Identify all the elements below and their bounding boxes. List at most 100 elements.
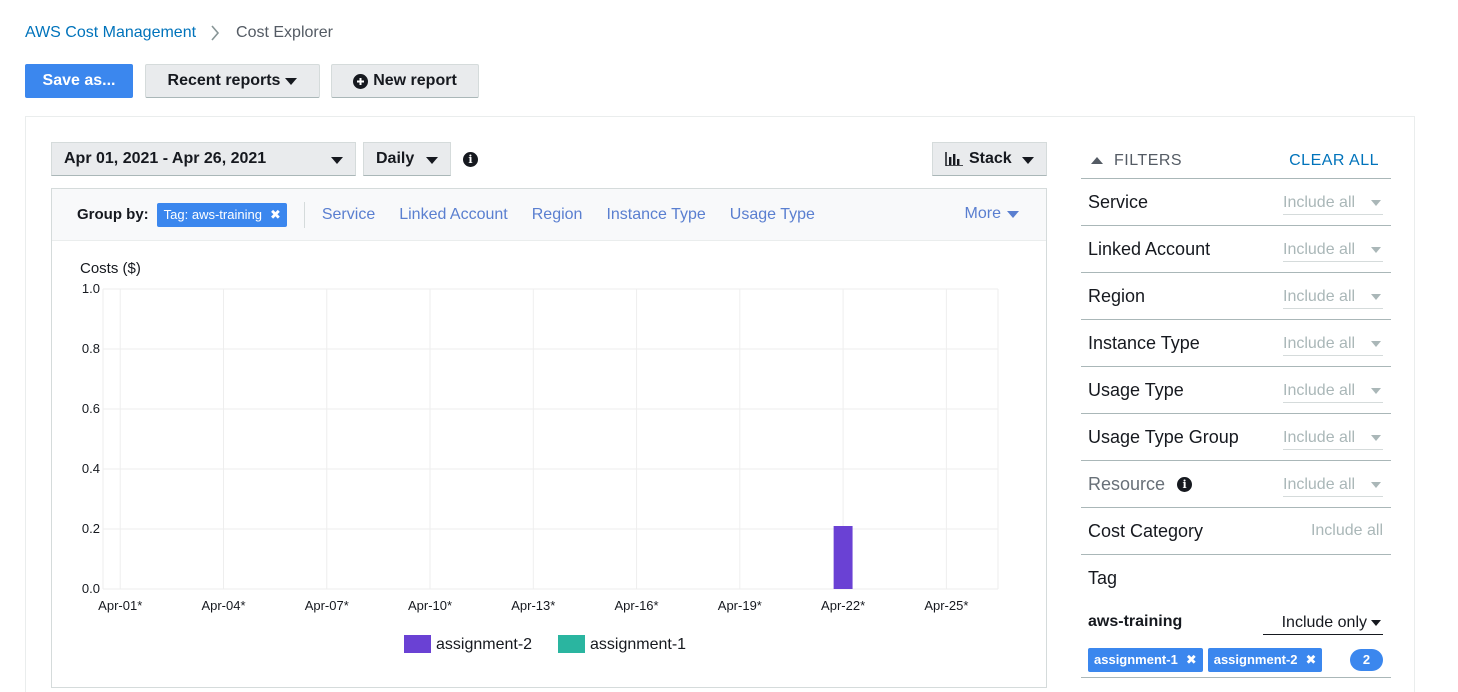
date-range-value: Apr 01, 2021 - Apr 26, 2021 — [64, 150, 267, 167]
filter-name: Tag — [1088, 568, 1118, 588]
filter-select[interactable]: Include all — [1283, 379, 1383, 403]
caret-down-icon — [1022, 157, 1034, 164]
filter-name: Instance Type — [1088, 332, 1200, 353]
group-by-usage-type[interactable]: Usage Type — [730, 206, 815, 224]
filter-select[interactable]: Include all — [1283, 473, 1383, 497]
group-by-tag-chip[interactable]: Tag: aws-training ✖ — [156, 202, 287, 227]
y-tick-label: 1.0 — [82, 281, 100, 296]
y-tick-label: 0.2 — [82, 521, 100, 536]
collapse-triangle-icon — [1091, 157, 1103, 164]
filter-value: Include all — [1283, 193, 1356, 211]
tag-mode-value: Include only — [1281, 613, 1367, 631]
x-tick-label: Apr-01* — [98, 598, 142, 613]
filter-row: Usage Type Include all — [1081, 367, 1391, 414]
tag-key: aws-training — [1088, 613, 1183, 630]
y-tick-label: 0.0 — [82, 581, 100, 596]
breadcrumb-current: Cost Explorer — [236, 24, 333, 41]
y-tick-label: 0.6 — [82, 401, 100, 416]
x-tick-label: Apr-25* — [924, 598, 968, 613]
x-tick-label: Apr-19* — [718, 598, 762, 613]
close-icon[interactable]: ✖ — [270, 207, 281, 223]
tag-value-chip[interactable]: assignment-2 ✖ — [1207, 647, 1323, 672]
filter-name: Usage Type — [1088, 379, 1184, 400]
filter-value: Include all — [1283, 287, 1356, 305]
filter-value: Include all — [1283, 334, 1356, 352]
bar-chart-icon — [945, 152, 963, 166]
x-tick-label: Apr-16* — [615, 598, 659, 613]
filter-select[interactable]: Include all — [1283, 238, 1383, 262]
group-by-region[interactable]: Region — [532, 206, 583, 224]
group-by-label: Group by: — [77, 206, 149, 223]
x-tick-label: Apr-22* — [821, 598, 865, 613]
group-by-bar: Group by: Tag: aws-training ✖ Service Li… — [52, 189, 1046, 241]
filter-name: Resource — [1088, 473, 1166, 494]
caret-down-icon — [1371, 294, 1381, 300]
group-by-linked-account[interactable]: Linked Account — [399, 206, 508, 224]
legend-label: assignment-2 — [436, 636, 532, 653]
caret-down-icon — [285, 77, 298, 85]
filter-row: Usage Type Group Include all — [1081, 414, 1391, 461]
tag-value-chip[interactable]: assignment-1 ✖ — [1088, 647, 1203, 672]
caret-down-icon — [1371, 482, 1381, 488]
y-tick-label: 0.8 — [82, 341, 100, 356]
granularity-value: Daily — [376, 150, 415, 167]
chevron-right-icon — [210, 22, 222, 44]
filter-select[interactable]: Include all — [1283, 426, 1383, 450]
filter-name: Usage Type Group — [1088, 426, 1239, 447]
legend-swatch — [404, 635, 431, 653]
granularity-select[interactable]: Daily — [363, 142, 451, 176]
filter-value[interactable]: Include all — [1311, 522, 1383, 540]
tag-value-label: assignment-1 — [1094, 652, 1178, 667]
more-label: More — [964, 205, 1001, 222]
close-icon[interactable]: ✖ — [1186, 652, 1197, 668]
filter-value: Include all — [1283, 428, 1356, 446]
recent-reports-button[interactable]: Recent reports — [145, 64, 320, 98]
filter-row: Linked Account Include all — [1081, 226, 1391, 273]
filter-select[interactable]: Include all — [1283, 285, 1383, 309]
info-icon[interactable]: i — [463, 152, 478, 167]
caret-down-icon — [1371, 620, 1381, 626]
tag-value-label: assignment-2 — [1213, 652, 1298, 667]
new-report-button[interactable]: New report — [331, 64, 479, 98]
legend-label: assignment-1 — [590, 636, 686, 653]
y-tick-label: 0.4 — [82, 461, 100, 476]
caret-down-icon — [1371, 200, 1381, 206]
x-tick-label: Apr-13* — [511, 598, 555, 613]
group-by-more[interactable]: More — [965, 205, 1019, 223]
group-by-instance-type[interactable]: Instance Type — [606, 206, 705, 224]
clear-all-button[interactable]: CLEAR ALL — [1289, 152, 1379, 170]
date-range-select[interactable]: Apr 01, 2021 - Apr 26, 2021 — [51, 142, 356, 176]
caret-down-icon — [1371, 341, 1381, 347]
caret-down-icon — [426, 157, 438, 164]
chart-container: Group by: Tag: aws-training ✖ Service Li… — [51, 188, 1047, 688]
save-as-button[interactable]: Save as... — [25, 64, 133, 98]
filter-name: Cost Category — [1088, 520, 1204, 541]
filter-value: Include all — [1283, 240, 1356, 258]
close-icon[interactable]: ✖ — [1306, 652, 1317, 668]
caret-down-icon — [1007, 210, 1019, 218]
filters-title: FILTERS — [1114, 151, 1183, 169]
plus-circle-icon — [353, 73, 369, 89]
chart-style-value: Stack — [969, 150, 1012, 167]
filter-name: Service — [1088, 191, 1149, 212]
group-by-service[interactable]: Service — [322, 206, 375, 224]
filter-rows: Service Include all Linked Account Include … — [1081, 179, 1391, 602]
filter-select[interactable]: Include all — [1283, 332, 1383, 356]
caret-down-icon — [331, 157, 343, 164]
info-icon[interactable]: i — [1177, 476, 1193, 492]
filters-panel: FILTERS CLEAR ALL Service Include all Link… — [1081, 143, 1391, 678]
x-tick-label: Apr-10* — [408, 598, 452, 613]
x-tick-label: Apr-04* — [201, 598, 245, 613]
tag-filter-row: aws-training Include only — [1081, 602, 1391, 642]
breadcrumb-root-link[interactable]: AWS Cost Management — [25, 24, 196, 42]
filter-name: Region — [1088, 285, 1146, 306]
tag-mode-select[interactable]: Include only — [1263, 611, 1383, 635]
save-as-label: Save as... — [42, 72, 116, 89]
group-by-chip-label: Tag: aws-training — [163, 207, 262, 222]
filter-row: Cost Category Include all — [1081, 508, 1391, 555]
filters-header[interactable]: FILTERS CLEAR ALL — [1081, 143, 1391, 179]
chart-style-select[interactable]: Stack — [932, 142, 1047, 176]
filter-select[interactable]: Include all — [1283, 191, 1383, 215]
filter-row: Instance Type Include all — [1081, 320, 1391, 367]
tag-values: assignment-1 ✖ assignment-2 ✖ 2 — [1081, 642, 1391, 678]
